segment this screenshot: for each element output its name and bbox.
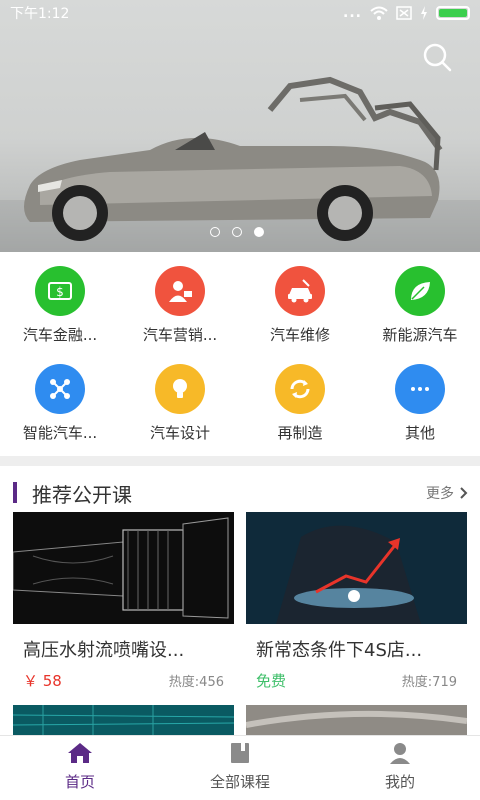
- section-accent-bar: [13, 482, 17, 503]
- course-thumbnail: [13, 512, 234, 624]
- user-icon: [390, 743, 410, 764]
- chevron-right-icon: [460, 487, 468, 499]
- course-title: 新常态条件下4S店...: [256, 640, 423, 661]
- category-label: 其他: [404, 424, 435, 442]
- category-remanufacture[interactable]: 再制造: [240, 364, 360, 443]
- section-divider: [0, 456, 480, 466]
- section-title: 推荐公开课: [32, 483, 132, 507]
- search-icon: [423, 43, 452, 72]
- category-repair[interactable]: 汽车维修: [240, 266, 360, 345]
- course-heat: 热度:456: [168, 675, 224, 690]
- salesperson-icon: [155, 266, 205, 316]
- home-icon: [68, 743, 92, 763]
- course-meta: ￥ 58 热度:456: [13, 670, 234, 691]
- carousel-indicator: [210, 227, 264, 237]
- category-label: 再制造: [277, 424, 323, 442]
- course-heat: 热度:719: [401, 675, 457, 690]
- category-label: 汽车金融...: [22, 326, 98, 344]
- recycle-icon: [275, 364, 325, 414]
- status-icons: ...: [343, 5, 470, 21]
- carousel-dot[interactable]: [232, 227, 242, 237]
- search-button[interactable]: [420, 40, 454, 74]
- course-card[interactable]: 高压水射流喷嘴设... ￥ 58 热度:456: [13, 512, 234, 691]
- car-repair-icon: [275, 266, 325, 316]
- tab-label: 全部课程: [209, 773, 270, 791]
- book-icon: [231, 743, 249, 763]
- course-card[interactable]: 新常态条件下4S店... 免费 热度:719: [246, 512, 467, 691]
- app-screen: 下午1:12 ... $ 汽车金融... 汽车营销... 汽车维修 新能源汽车 …: [0, 0, 480, 800]
- course-thumbnail: [246, 512, 467, 624]
- status-bar: 下午1:12 ...: [0, 0, 480, 26]
- tab-all-courses[interactable]: 全部课程: [160, 736, 320, 800]
- tab-label: 首页: [64, 773, 95, 791]
- category-label: 智能汽车...: [22, 424, 98, 442]
- tab-label: 我的: [384, 773, 415, 791]
- network-icon: [35, 364, 85, 414]
- category-label: 汽车维修: [269, 326, 330, 344]
- course-price: ￥ 58: [23, 672, 62, 690]
- carousel-dot-active[interactable]: [254, 227, 264, 237]
- category-design[interactable]: 汽车设计: [120, 364, 240, 443]
- course-thumbnail-partial[interactable]: [13, 705, 234, 735]
- more-icon: [395, 364, 445, 414]
- banner-carousel[interactable]: [0, 0, 480, 252]
- course-title: 高压水射流喷嘴设...: [23, 640, 185, 661]
- banner-car-image: [0, 76, 480, 252]
- leaf-icon: [395, 266, 445, 316]
- carousel-dot[interactable]: [210, 227, 220, 237]
- money-icon: $: [35, 266, 85, 316]
- more-link[interactable]: 更多: [426, 483, 468, 503]
- section-header: 推荐公开课 更多: [0, 474, 480, 508]
- bottom-tab-bar: 首页 全部课程 我的: [0, 735, 480, 800]
- charging-icon: [421, 6, 427, 20]
- category-other[interactable]: 其他: [360, 364, 480, 443]
- status-time: 下午1:12: [10, 6, 70, 22]
- lightbulb-icon: [155, 364, 205, 414]
- category-label: 新能源汽车: [382, 326, 458, 344]
- category-smart-car[interactable]: 智能汽车...: [0, 364, 120, 443]
- category-label: 汽车设计: [149, 424, 210, 442]
- category-new-energy[interactable]: 新能源汽车: [360, 266, 480, 345]
- category-label: 汽车营销...: [142, 326, 218, 344]
- sim-icon: [396, 6, 412, 20]
- course-thumbnail-partial[interactable]: [246, 705, 467, 735]
- course-meta: 免费 热度:719: [246, 670, 467, 691]
- category-finance[interactable]: $ 汽车金融...: [0, 266, 120, 345]
- notification-dots: ...: [343, 5, 362, 21]
- tab-mine[interactable]: 我的: [320, 736, 480, 800]
- category-grid: $ 汽车金融... 汽车营销... 汽车维修 新能源汽车 智能汽车... 汽车设…: [0, 252, 480, 456]
- svg-text:$: $: [56, 285, 64, 299]
- battery-icon: [436, 6, 470, 20]
- category-marketing[interactable]: 汽车营销...: [120, 266, 240, 345]
- course-price: 免费: [256, 672, 287, 690]
- more-label: 更多: [426, 486, 454, 502]
- wifi-icon: [370, 6, 388, 20]
- tab-home[interactable]: 首页: [0, 736, 160, 800]
